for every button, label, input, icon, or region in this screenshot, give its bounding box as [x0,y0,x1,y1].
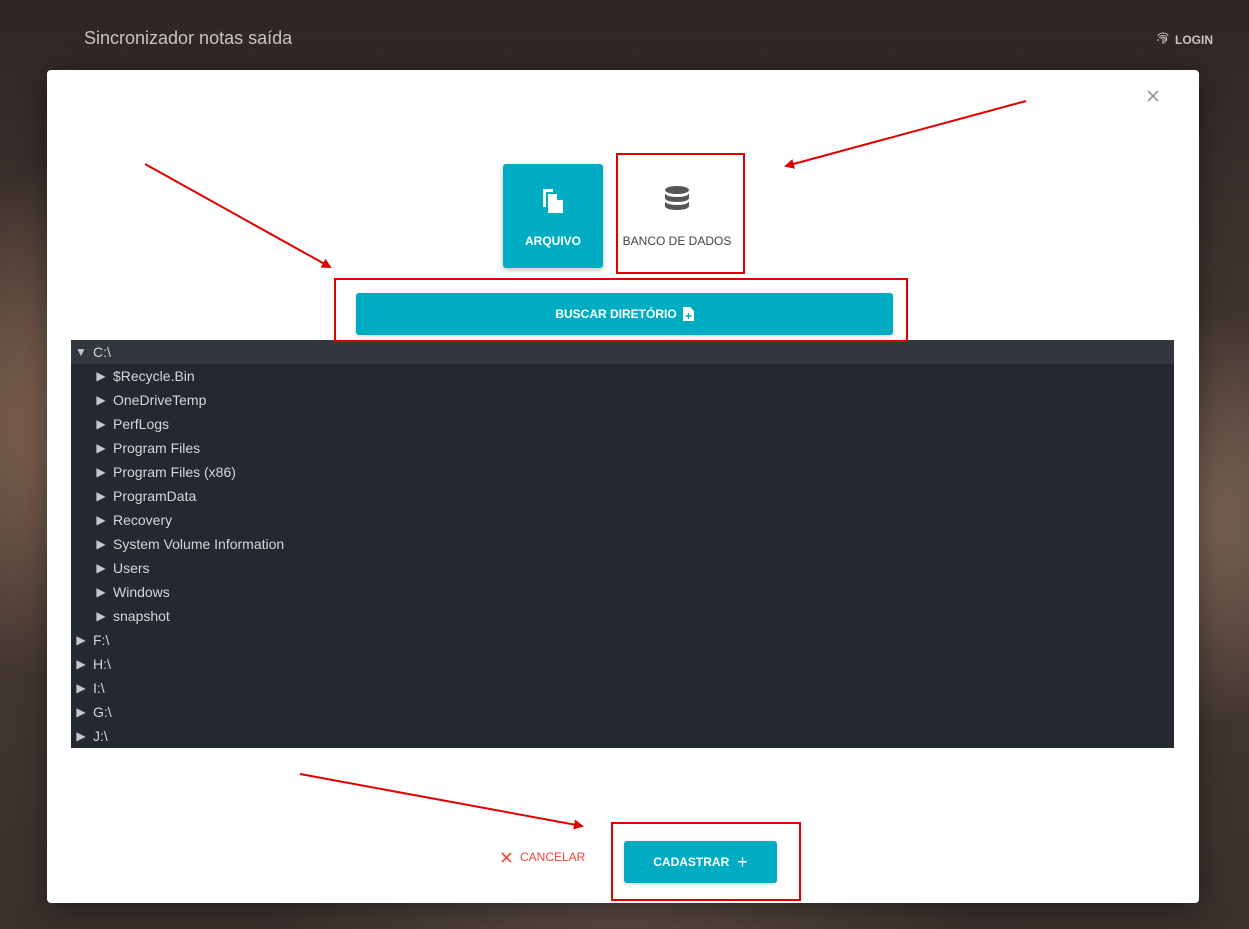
tree-node[interactable]: ▶ PerfLogs [71,412,1174,436]
cancel-button[interactable]: CANCELAR [501,850,585,864]
tree-node[interactable]: ▶ Windows [71,580,1174,604]
triangle-right-icon[interactable]: ▶ [93,441,109,455]
triangle-right-icon[interactable]: ▶ [93,561,109,575]
tree-node-label: I:\ [93,680,105,696]
tree-node-label: F:\ [93,632,110,648]
tree-node[interactable]: ▶ F:\ [71,628,1174,652]
tree-node-label: snapshot [113,608,170,624]
tree-node[interactable]: ▶ $Recycle.Bin [71,364,1174,388]
tree-node[interactable]: ▶ Recovery [71,508,1174,532]
file-copy-icon [539,185,567,220]
triangle-right-icon[interactable]: ▶ [93,465,109,479]
triangle-right-icon[interactable]: ▶ [93,417,109,431]
tab-banco-de-dados-label: BANCO DE DADOS [622,233,732,248]
triangle-right-icon[interactable]: ▶ [93,537,109,551]
tab-banco-de-dados[interactable]: BANCO DE DADOS [617,164,737,268]
tree-node-label: OneDriveTemp [113,392,207,408]
directory-tree[interactable]: ▼ C:\ ▶ $Recycle.Bin ▶ OneDriveTemp ▶ PerfLogs ▶… [71,340,1174,748]
tree-node-label: Users [113,560,150,576]
login-button[interactable]: LOGIN [1155,30,1213,49]
tree-node[interactable]: ▶ System Volume Information [71,532,1174,556]
tree-node-label: C:\ [93,344,111,360]
tree-node-label: J:\ [93,728,108,744]
plus-icon: + [737,852,748,872]
tab-arquivo-label: ARQUIVO [524,233,581,248]
source-type-tabs: ARQUIVO BANCO DE DADOS [503,164,737,268]
close-button[interactable] [1143,86,1163,106]
register-dialog: ARQUIVO BANCO DE DADOS BUSCAR DIRETÓRIO … [47,70,1199,903]
triangle-right-icon[interactable]: ▶ [93,489,109,503]
triangle-right-icon[interactable]: ▶ [73,633,89,647]
triangle-right-icon[interactable]: ▶ [73,729,89,743]
tree-node[interactable]: ▶ Program Files [71,436,1174,460]
triangle-right-icon[interactable]: ▶ [73,705,89,719]
app-title: Sincronizador notas saída [84,28,293,48]
tree-node-label: Program Files (x86) [113,464,236,480]
cancel-label: CANCELAR [520,850,586,864]
triangle-right-icon[interactable]: ▶ [73,657,89,671]
tree-node-label: G:\ [93,704,112,720]
tree-node-label: Program Files [113,440,201,456]
triangle-right-icon[interactable]: ▶ [93,585,109,599]
add-file-icon [682,307,694,321]
tab-arquivo[interactable]: ARQUIVO [503,164,603,268]
register-label: CADASTRAR [653,855,730,869]
tree-node[interactable]: ▶ ProgramData [71,484,1174,508]
tree-node-label: PerfLogs [113,416,170,432]
top-bar: Sincronizador notas saída LOGIN [0,0,1249,70]
triangle-right-icon[interactable]: ▶ [93,513,109,527]
triangle-down-icon[interactable]: ▼ [73,345,89,359]
triangle-right-icon[interactable]: ▶ [93,369,109,383]
tree-node-label: System Volume Information [113,536,285,552]
tree-node[interactable]: ▶ I:\ [71,676,1174,700]
fingerprint-icon [1155,30,1171,49]
tree-node[interactable]: ▶ G:\ [71,700,1174,724]
tree-node[interactable]: ▼ C:\ [71,340,1174,364]
register-button[interactable]: CADASTRAR + [624,841,777,883]
tree-node[interactable]: ▶ Users [71,556,1174,580]
search-directory-button[interactable]: BUSCAR DIRETÓRIO [356,293,893,335]
search-directory-label: BUSCAR DIRETÓRIO [555,307,677,321]
triangle-right-icon[interactable]: ▶ [73,681,89,695]
triangle-right-icon[interactable]: ▶ [93,393,109,407]
database-icon [663,185,691,220]
login-label: LOGIN [1175,32,1213,47]
tree-node-label: Recovery [113,512,173,528]
triangle-right-icon[interactable]: ▶ [93,609,109,623]
tree-node[interactable]: ▶ snapshot [71,604,1174,628]
close-icon [1147,90,1159,102]
tree-node-label: H:\ [93,656,111,672]
tree-node-label: ProgramData [113,488,197,504]
tree-node-label: Windows [113,584,170,600]
tree-node-label: $Recycle.Bin [113,368,195,384]
tree-node[interactable]: ▶ Program Files (x86) [71,460,1174,484]
close-icon [501,851,512,863]
tree-node[interactable]: ▶ OneDriveTemp [71,388,1174,412]
tree-node[interactable]: ▶ J:\ [71,724,1174,748]
tree-node[interactable]: ▶ H:\ [71,652,1174,676]
